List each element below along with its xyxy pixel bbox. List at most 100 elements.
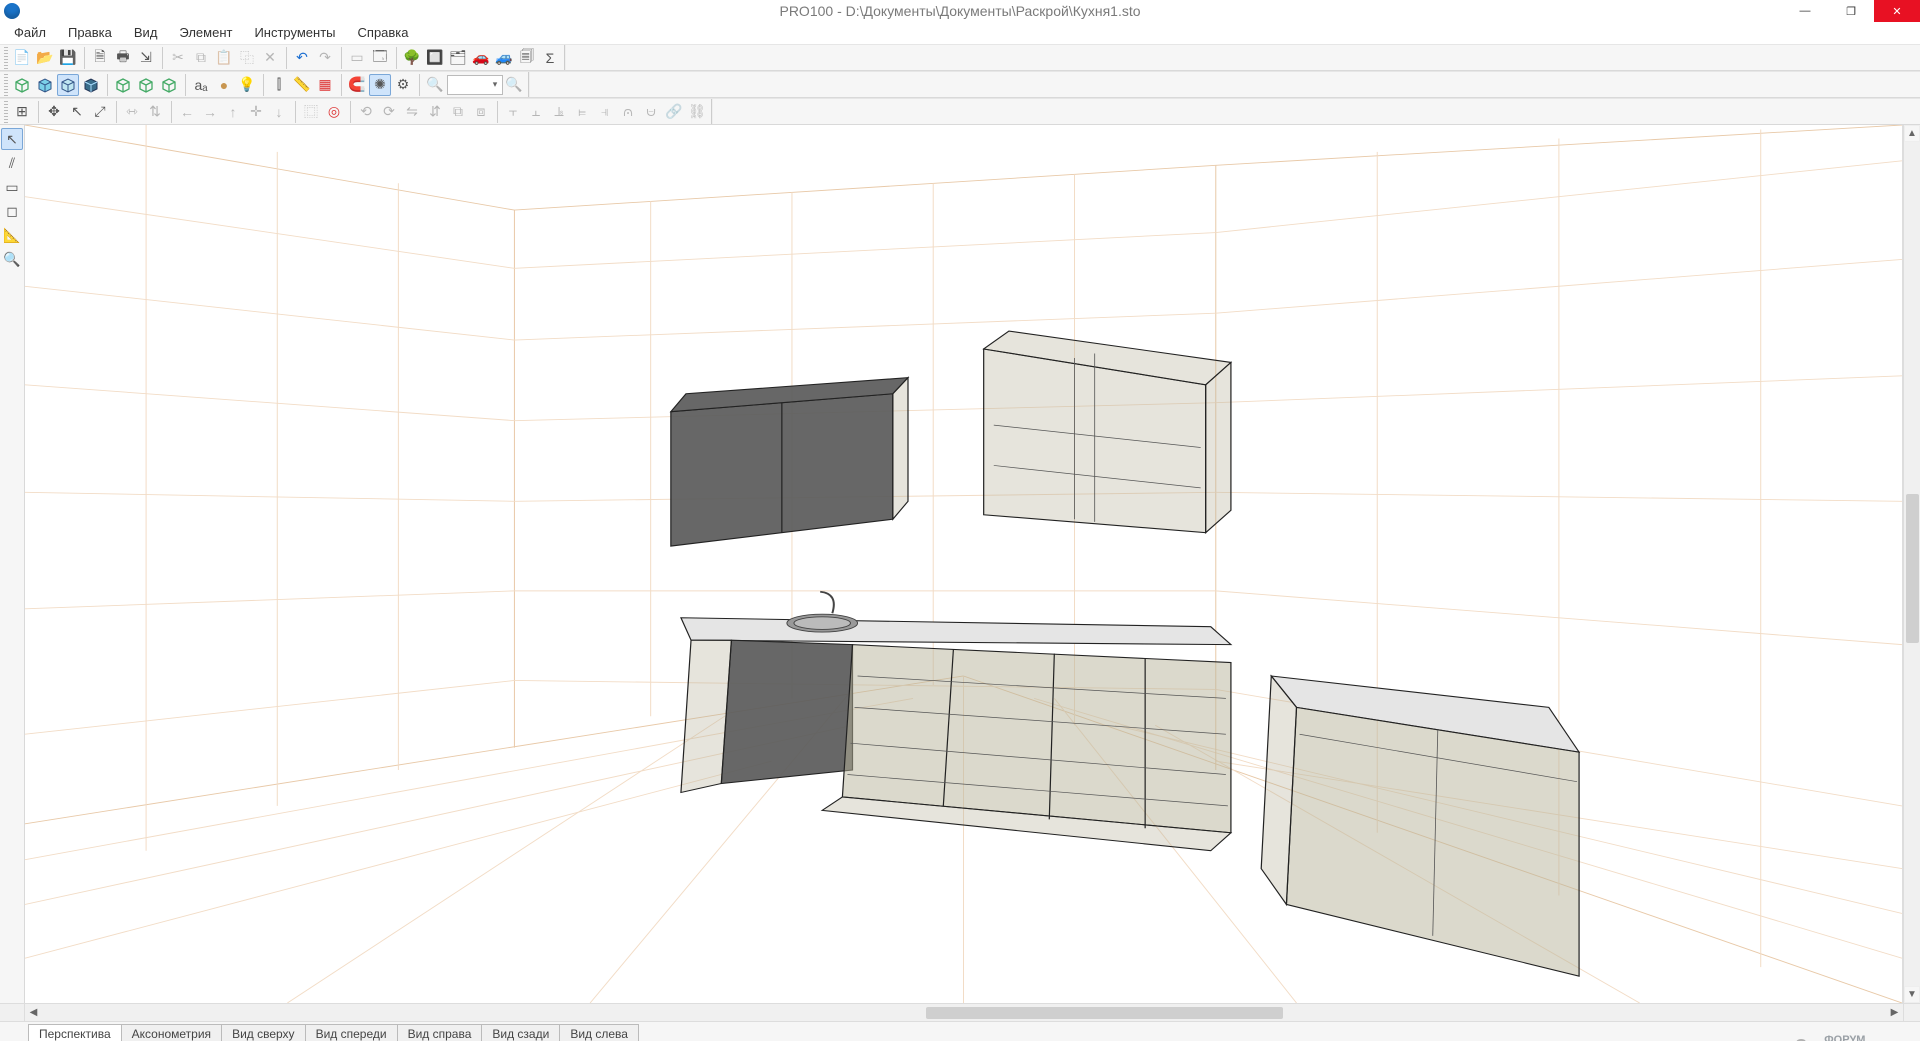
center-icon: ✛ [245,101,267,123]
settings-icon[interactable]: ⚙ [392,74,414,96]
ortho-icon[interactable]: ⤢ [89,101,111,123]
target-icon[interactable]: ◎ [323,101,345,123]
dim-layer-icon[interactable]: ⫿ [268,74,290,96]
menu-правка[interactable]: Правка [58,23,122,42]
redo-icon: ↷ [314,47,336,69]
align-h-icon: ⇿ [121,101,143,123]
tab-4[interactable]: Вид справа [397,1024,483,1041]
duplicate-icon: ⿻ [236,47,258,69]
tree-view-icon[interactable]: 🌳 [401,47,423,69]
menu-инструменты[interactable]: Инструменты [244,23,345,42]
chevron-down-icon[interactable]: ▾ [488,79,502,90]
transparent-icon[interactable] [57,74,79,96]
dist-v-icon: ⫣ [594,101,616,123]
sum-icon[interactable]: Σ [539,47,561,69]
tab-0[interactable]: Перспектива [28,1024,122,1041]
grid-toggle-icon[interactable]: ▦ [314,74,336,96]
view-top-icon[interactable] [158,74,180,96]
delete-icon: ✕ [259,47,281,69]
move-free-icon[interactable]: ✥ [43,101,65,123]
group2-icon: ⿴ [300,101,322,123]
dist-h-icon: ⫢ [571,101,593,123]
dim-sheet2-icon[interactable]: 🚙 [493,47,515,69]
toolbar-standard: 📄📂💾🗎🖶⇲✂⧉📋⿻✕↶↷▭🗔🌳🔲🗂🚗🚙🗐Σ [0,44,1920,71]
label-icon[interactable]: aₐ [190,74,212,96]
new-element-icon: ▭ [346,47,368,69]
open-file-icon[interactable]: 📂 [34,47,56,69]
viewport-3d[interactable] [25,125,1903,1003]
window-title: PRO100 - D:\Документы\Документы\Раскрой\… [779,3,1140,19]
work-area: ↖⫽▭◻📐🔍 [0,125,1920,1003]
vertical-scrollbar[interactable]: ▲ ▼ [1903,125,1920,1003]
tab-1[interactable]: Аксонометрия [121,1024,222,1041]
tab-6[interactable]: Вид слева [559,1024,639,1041]
catalog-icon[interactable]: 🗂 [447,47,469,69]
snap-icon[interactable]: 🧲 [346,74,368,96]
minimize-button[interactable]: — [1782,0,1828,22]
save-file-icon[interactable]: 💾 [57,47,79,69]
print-preview-icon[interactable]: 🗎 [89,47,111,69]
materials-icon[interactable]: 🔲 [424,47,446,69]
grid-small-icon[interactable]: ⊞ [11,101,33,123]
select-icon[interactable]: ↖ [66,101,88,123]
boolean2-icon: ⩁ [640,101,662,123]
material-ball-icon[interactable]: ● [213,74,235,96]
watermark-line1: ФОРУМ [1824,1035,1914,1041]
scroll-left-icon[interactable]: ◀ [25,1004,42,1021]
zoom-in-icon[interactable]: 🔍 [503,74,525,96]
box-tool-icon: ◻ [1,200,23,222]
undo-icon[interactable]: ↶ [291,47,313,69]
dim-sheet-icon[interactable]: 🚗 [470,47,492,69]
properties-icon[interactable]: 🗔 [369,47,391,69]
flip-v-icon: ⇵ [424,101,446,123]
light-icon[interactable]: 💡 [236,74,258,96]
titlebar: PRO100 - D:\Документы\Документы\Раскрой\… [0,0,1920,22]
ruler-icon[interactable]: 📏 [291,74,313,96]
menu-элемент[interactable]: Элемент [169,23,242,42]
align-mid-icon: ⫠ [525,101,547,123]
rect-tool-icon: ▭ [1,176,23,198]
arrow-left-icon: ← [176,101,198,123]
solid-icon[interactable] [34,74,56,96]
tab-5[interactable]: Вид сзади [481,1024,560,1041]
arrow-down-icon: ↓ [268,101,290,123]
view-tabs: ПерспективаАксонометрияВид сверхуВид спе… [0,1021,1920,1041]
copy-icon: ⧉ [190,47,212,69]
new-file-icon[interactable]: 📄 [11,47,33,69]
zoom-out-icon[interactable]: 🔍 [424,74,446,96]
close-button[interactable]: ✕ [1874,0,1920,22]
tab-2[interactable]: Вид сверху [221,1024,306,1041]
hscroll-thumb[interactable] [926,1007,1283,1019]
maximize-button[interactable]: ❐ [1828,0,1874,22]
toolbar-view: aₐ●💡⫿📏▦🧲✺⚙🔍▾🔍 [0,71,1920,98]
align-bot-icon: ⫡ [548,101,570,123]
zoom-dropdown[interactable]: ▾ [447,75,503,95]
measure-tool-icon: 📐 [1,224,23,246]
pointer-tool-icon[interactable]: ↖ [1,128,23,150]
shaded-icon[interactable] [80,74,102,96]
wireframe-icon[interactable] [11,74,33,96]
mirror2-icon: ⧈ [470,101,492,123]
view-persp-icon[interactable] [112,74,134,96]
dimension-tool-icon[interactable]: ⫽ [1,152,23,174]
horizontal-scrollbar[interactable]: ◀ ▶ [25,1004,1903,1021]
menu-справка[interactable]: Справка [348,23,419,42]
scroll-down-icon[interactable]: ▼ [1904,986,1920,1003]
print-icon[interactable]: 🖶 [112,47,134,69]
export-icon[interactable]: ⇲ [135,47,157,69]
mirror-icon: ⧉ [447,101,469,123]
vscroll-thumb[interactable] [1906,494,1919,643]
osnap-icon[interactable]: ✺ [369,74,391,96]
watermark: Sm ФОРУМ МЕБЕЛЬЩИКОВ [1794,1035,1914,1041]
scroll-right-icon[interactable]: ▶ [1886,1004,1903,1021]
boolean-icon: ⩀ [617,101,639,123]
report-icon[interactable]: 🗐 [516,47,538,69]
scroll-up-icon[interactable]: ▲ [1904,125,1920,142]
menu-файл[interactable]: Файл [4,23,56,42]
unlink-icon: ⛓ [686,101,708,123]
watermark-logo-icon: Sm [1794,1036,1818,1041]
tab-3[interactable]: Вид спереди [305,1024,398,1041]
hscroll-row: ◀ ▶ [0,1003,1920,1021]
menu-вид[interactable]: Вид [124,23,168,42]
view-iso-icon[interactable] [135,74,157,96]
